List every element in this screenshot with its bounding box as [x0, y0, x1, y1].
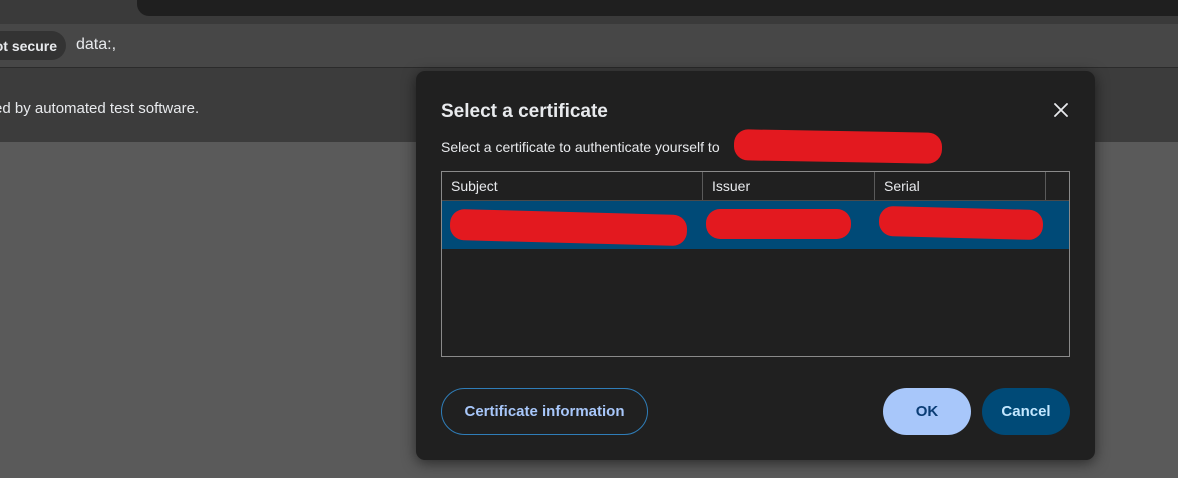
- close-icon: [1054, 103, 1068, 117]
- certificate-dialog: Select a certificate Select a certificat…: [416, 71, 1095, 460]
- infobar-text: ed by automated test software.: [0, 100, 200, 117]
- tab-strip: [0, 0, 1178, 24]
- dialog-title: Select a certificate: [441, 101, 608, 122]
- certificate-information-button[interactable]: Certificate information: [441, 388, 648, 435]
- browser-toolbar: ot secure data:,: [0, 24, 1178, 67]
- close-button[interactable]: [1049, 98, 1073, 122]
- tab-bar: [137, 0, 1178, 16]
- address-bar[interactable]: ot secure data:,: [0, 24, 1178, 67]
- table-row[interactable]: [442, 201, 1069, 249]
- redaction-mark: [706, 209, 851, 239]
- redaction-mark: [733, 129, 943, 164]
- column-header-spacer: [1045, 172, 1069, 200]
- redaction-mark: [449, 208, 688, 247]
- redaction-mark: [878, 205, 1044, 241]
- column-header-subject[interactable]: Subject: [442, 172, 702, 200]
- ok-button[interactable]: OK: [883, 388, 971, 435]
- table-header: Subject Issuer Serial: [442, 172, 1069, 201]
- certificate-table[interactable]: Subject Issuer Serial: [441, 171, 1070, 357]
- dialog-description: Select a certificate to authenticate you…: [441, 139, 720, 155]
- url-text[interactable]: data:,: [76, 36, 116, 54]
- security-chip[interactable]: ot secure: [0, 31, 66, 60]
- cancel-button[interactable]: Cancel: [982, 388, 1070, 435]
- column-header-serial[interactable]: Serial: [874, 172, 1045, 200]
- column-header-issuer[interactable]: Issuer: [702, 172, 874, 200]
